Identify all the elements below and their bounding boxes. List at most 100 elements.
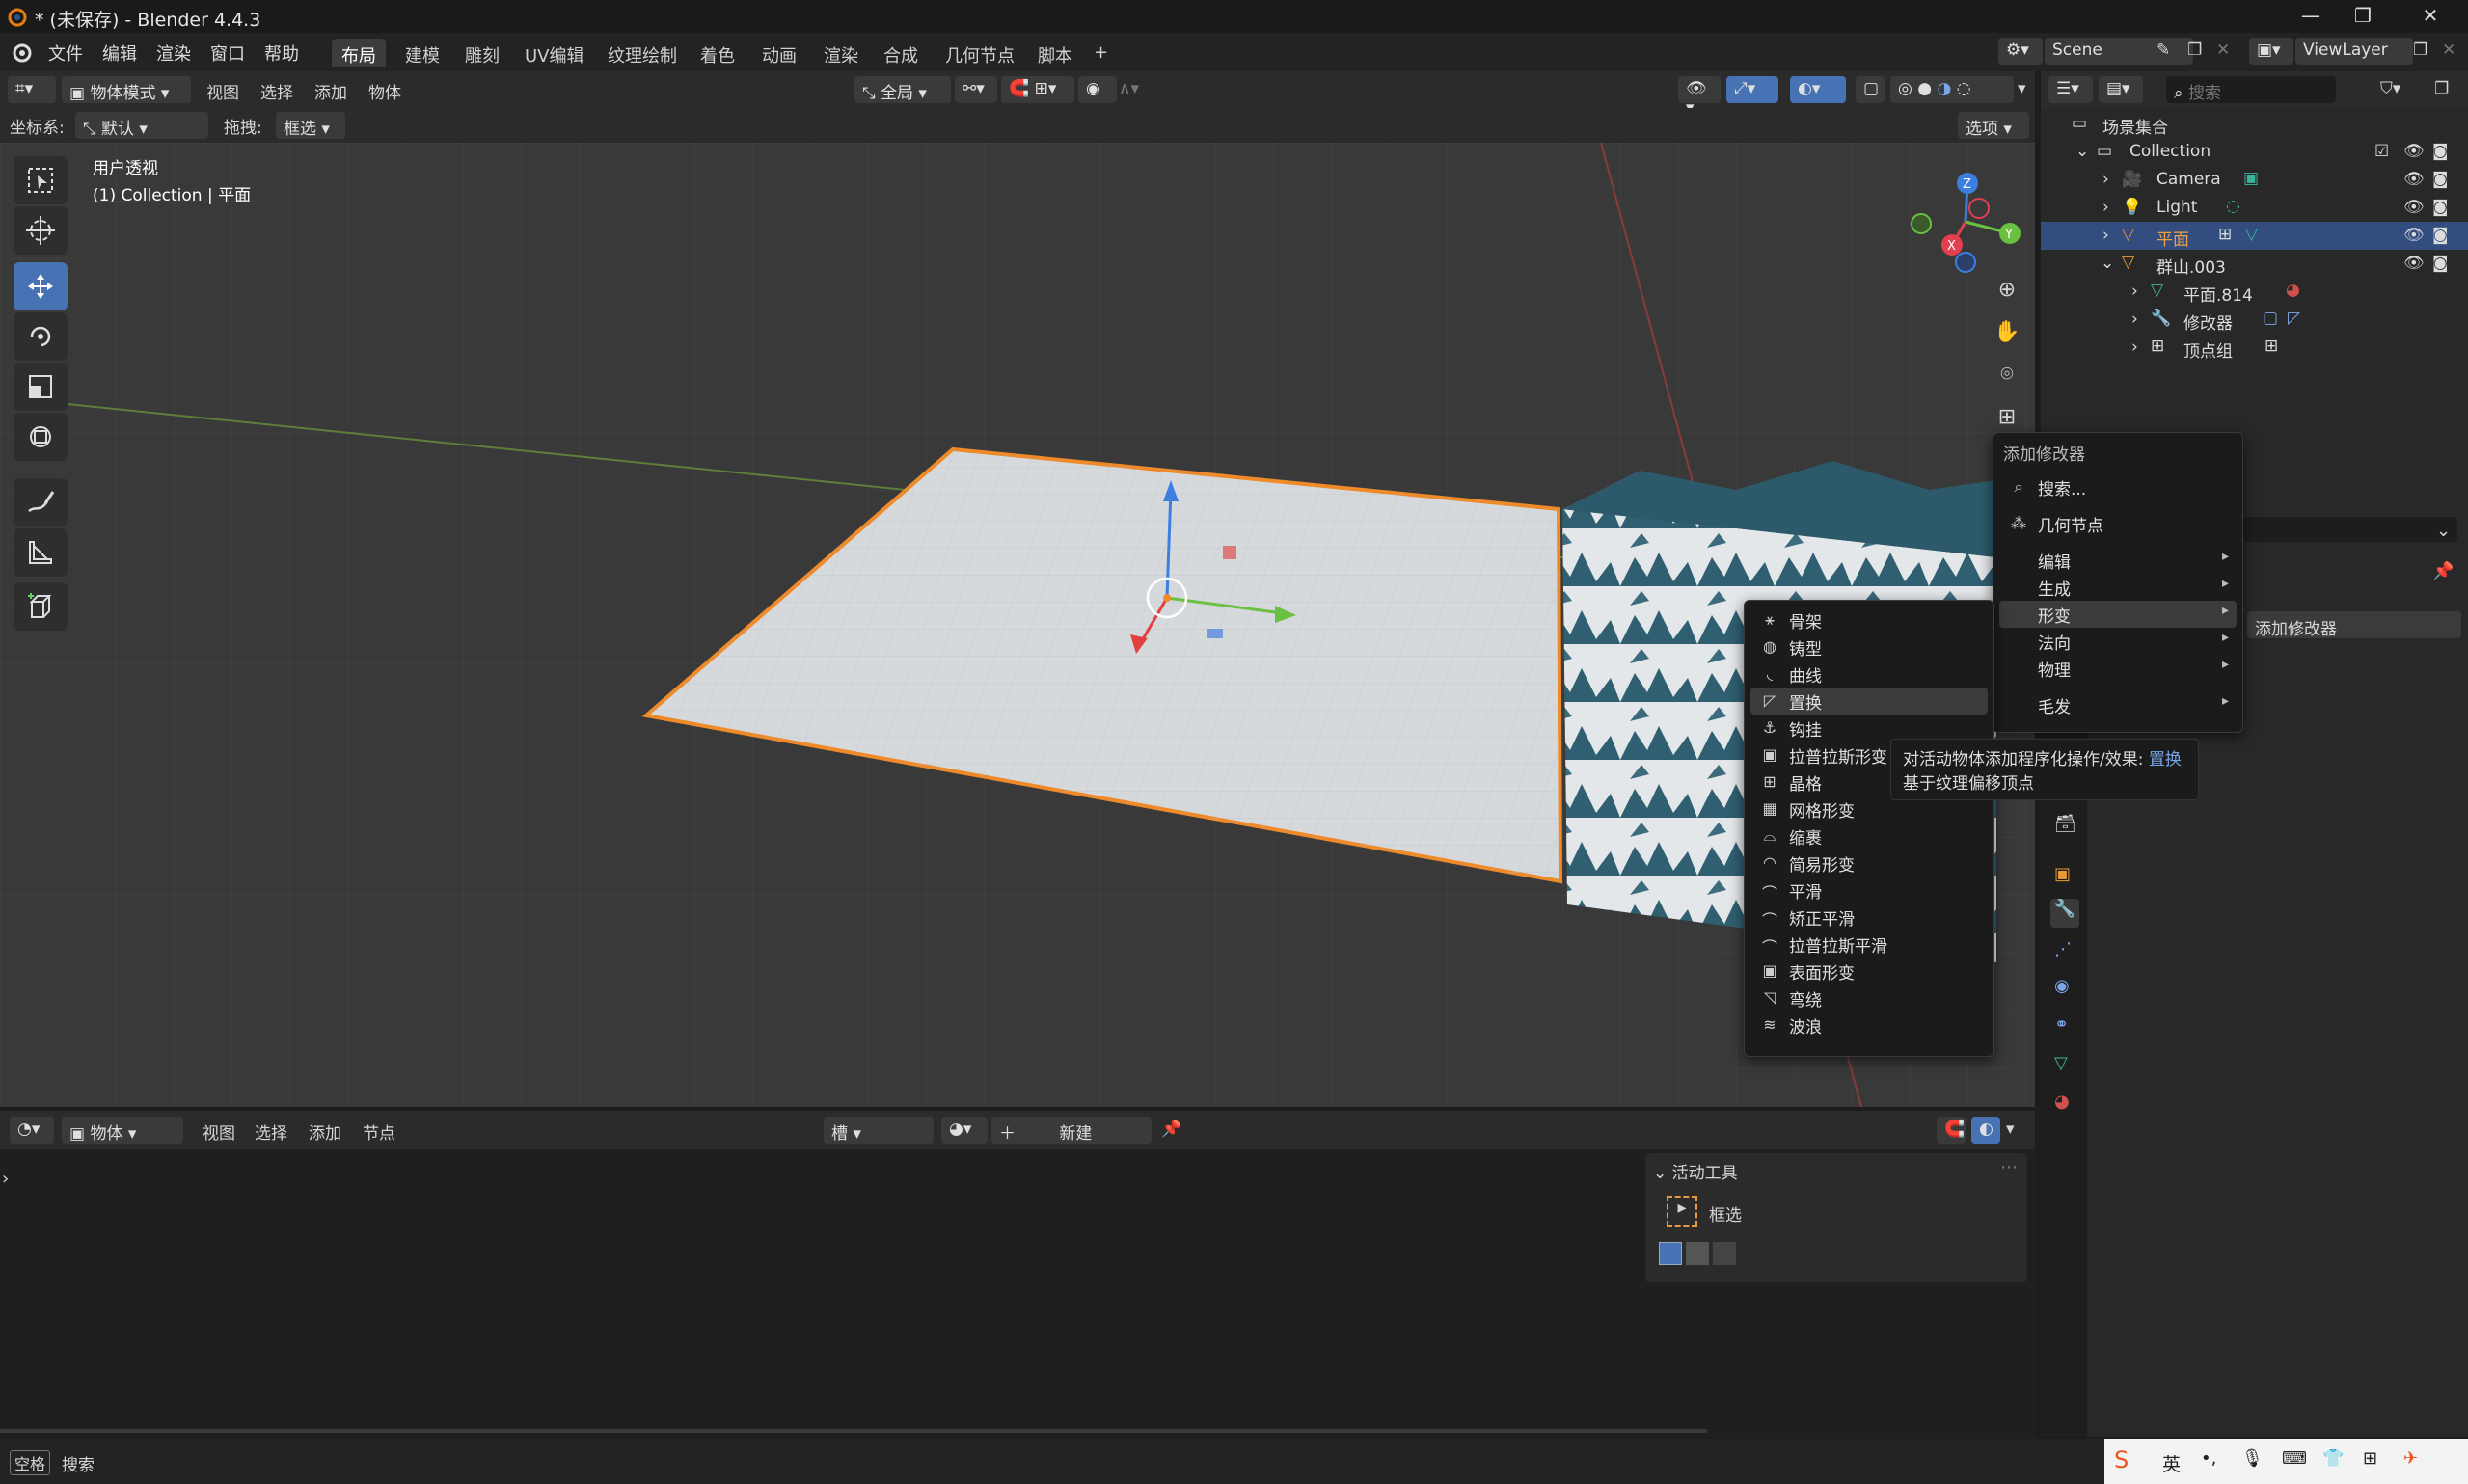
expand-chevron-icon[interactable]: › [2131,282,2138,301]
outliner-row-camera[interactable]: › 🎥 Camera ▣ 👁 ◙ [2041,166,2468,194]
eye-icon[interactable]: 👁 [2403,254,2425,273]
menu-add[interactable]: 添加 [309,1120,341,1144]
tab-uv-editing[interactable]: UV编辑 [515,39,594,67]
overlay-toggle-icon[interactable]: ◐▾ [1790,76,1846,103]
expand-chevron-icon[interactable]: › [2131,310,2138,329]
menu-render[interactable]: 渲染 [156,40,191,66]
menu-view[interactable]: 视图 [206,79,239,103]
surface-deform-modifier-item[interactable]: ▣ 表面形变 [1750,958,1988,985]
mesh-data-icon[interactable]: ▽ [2245,225,2258,244]
coordinate-system-selector[interactable]: ⤡ 默认 ▾ [75,112,208,139]
simple-deform-modifier-item[interactable]: ◠ 简易形变 [1750,850,1988,877]
shader-editor-area[interactable]: › ⌄ 活动工具 ⋯ ▸ 框选 [0,1149,2035,1439]
visibility-icon[interactable]: 👁▾ [1678,76,1721,118]
menu-view[interactable]: 视图 [203,1120,235,1144]
rotate-tool[interactable] [14,312,68,361]
curve-modifier-item[interactable]: ◟ 曲线 [1750,661,1988,688]
select-mode-new-icon[interactable] [1659,1242,1682,1265]
cursor-tool[interactable] [14,206,68,255]
overlay-options-icon[interactable]: ▾ [2006,1120,2015,1139]
toolbox-icon[interactable]: ⊞ [2363,1448,2377,1469]
category-generate-item[interactable]: 生成 ▸ [1999,574,2237,601]
category-normals-item[interactable]: 法向 ▸ [1999,628,2237,655]
particles-tab-icon[interactable]: ⋰ [2054,939,2072,959]
subdivision-modifier-icon[interactable]: ▢ [2263,309,2278,328]
snap-icon[interactable]: 🧲 [1937,1117,1966,1144]
sidebar-toggle-icon[interactable]: › [2,1169,9,1189]
menu-add[interactable]: 添加 [314,79,347,103]
camera-data-icon[interactable]: ▣ [2243,169,2259,188]
tab-shading[interactable]: 着色 [691,39,745,67]
proportional-edit-icon[interactable]: ◉ [1078,76,1117,103]
scale-tool[interactable] [14,363,68,411]
new-scene-icon[interactable]: ❐ [2187,40,2202,60]
vertex-group-icon[interactable]: ⊞ [2218,225,2232,244]
render-camera-icon[interactable]: ◙ [2432,254,2449,273]
microphone-icon[interactable]: 🎙 [2241,1448,2264,1469]
select-mode-extend-icon[interactable] [1686,1242,1709,1265]
select-mode-subtract-icon[interactable] [1713,1242,1736,1265]
scene-selector-icon[interactable]: ⚙▾ [1998,38,2043,65]
annotate-tool[interactable] [14,478,68,526]
xray-icon[interactable]: ▢ [1856,76,1885,103]
mode-selector[interactable]: ▣ 物体模式 ▾ [62,76,191,103]
render-camera-icon[interactable]: ◙ [2432,170,2449,189]
measure-tool[interactable] [14,528,68,577]
properties-search-input[interactable] [2243,517,2457,542]
outliner-row-scene-collection[interactable]: ▭ 场景集合 [2041,110,2468,138]
punctuation-icon[interactable]: •, [2201,1448,2216,1469]
wave-modifier-item[interactable]: ≋ 波浪 [1750,1012,1988,1039]
expand-chevron-icon[interactable]: › [2131,337,2138,357]
move-tool[interactable] [14,262,68,310]
eye-icon[interactable]: 👁 [2403,226,2425,245]
outliner-row-vertex-groups[interactable]: › ⊞ 顶点组 ⊞ [2041,334,2468,362]
render-camera-icon[interactable]: ◙ [2432,226,2449,245]
outliner-row-light[interactable]: › 💡 Light ◌ 👁 ◙ [2041,194,2468,222]
shader-editor-type-icon[interactable]: ◔▾ [10,1117,54,1144]
editor-type-icon[interactable]: ⌗▾ [8,76,56,103]
smooth-modifier-item[interactable]: ⌒ 平滑 [1750,877,1988,904]
delete-scene-icon[interactable]: ✕ [2216,40,2230,60]
category-deform-item[interactable]: 形变 ▸ [1999,601,2237,628]
data-tab-icon[interactable]: ▽ [2054,1053,2068,1073]
tab-modeling[interactable]: 建模 [395,39,449,67]
scene-name-field[interactable]: Scene [2045,38,2193,65]
outliner-row-modifiers[interactable]: › 🔧 修改器 ▢ ◸ [2041,306,2468,334]
rendered-shading-icon[interactable]: ◌ [1957,79,1971,98]
pan-hand-icon[interactable]: ✋ [1991,320,2023,353]
warp-modifier-item[interactable]: ◹ 弯绕 [1750,985,1988,1012]
material-shading-icon[interactable]: ◑ [1938,79,1952,98]
gizmo-toggle-icon[interactable]: ⤢▾ [1726,76,1778,103]
pin-icon[interactable]: 📌 [2432,561,2454,581]
new-view-layer-icon[interactable]: ❐ [2413,40,2427,60]
hook-modifier-item[interactable]: ⚓ 钩挂 [1750,715,1988,742]
light-data-icon[interactable]: ◌ [2226,197,2240,216]
menu-edit[interactable]: 编辑 [102,40,137,66]
collapse-chevron-icon[interactable]: ⌄ [2101,254,2114,273]
menu-object[interactable]: 物体 [368,79,401,103]
displace-modifier-icon[interactable]: ◸ [2288,309,2300,328]
material-browse-icon[interactable]: ◕▾ [941,1117,988,1144]
extra-icon[interactable]: ✈ [2403,1448,2418,1469]
tab-texture-paint[interactable]: 纹理绘制 [598,39,687,67]
active-tool-panel-header[interactable]: ⌄ 活动工具 [1653,1159,1738,1183]
view-layer-field[interactable]: ViewLayer [2295,38,2413,65]
zoom-icon[interactable]: ⊕ [1991,278,2023,310]
expand-chevron-icon[interactable]: › [2102,226,2109,245]
expand-chevron-icon[interactable]: › [2102,170,2109,189]
delete-view-layer-icon[interactable]: ✕ [2442,40,2455,60]
tab-sculpting[interactable]: 雕刻 [455,39,509,67]
exclude-checkbox[interactable]: ☑ [2374,142,2389,161]
laplacian-smooth-modifier-item[interactable]: ⌒ 拉普拉斯平滑 [1750,931,1988,958]
snap-icon[interactable]: 🧲 ⊞▾ [1001,76,1074,103]
menu-select[interactable]: 选择 [255,1120,287,1144]
constraints-tab-icon[interactable]: ⚭ [2054,1014,2069,1035]
blender-menu-icon[interactable] [10,40,33,68]
cast-modifier-item[interactable]: ◍ 铸型 [1750,634,1988,661]
slot-selector[interactable]: 槽 ▾ [824,1117,934,1144]
add-cube-tool[interactable] [14,582,68,631]
filter-icon[interactable]: ⛉▾ [2380,79,2400,98]
menu-file[interactable]: 文件 [48,40,83,66]
outliner-row-mountains[interactable]: ⌄ ▽ 群山.003 👁 ◙ [2041,250,2468,278]
eye-icon[interactable]: 👁 [2403,198,2425,217]
